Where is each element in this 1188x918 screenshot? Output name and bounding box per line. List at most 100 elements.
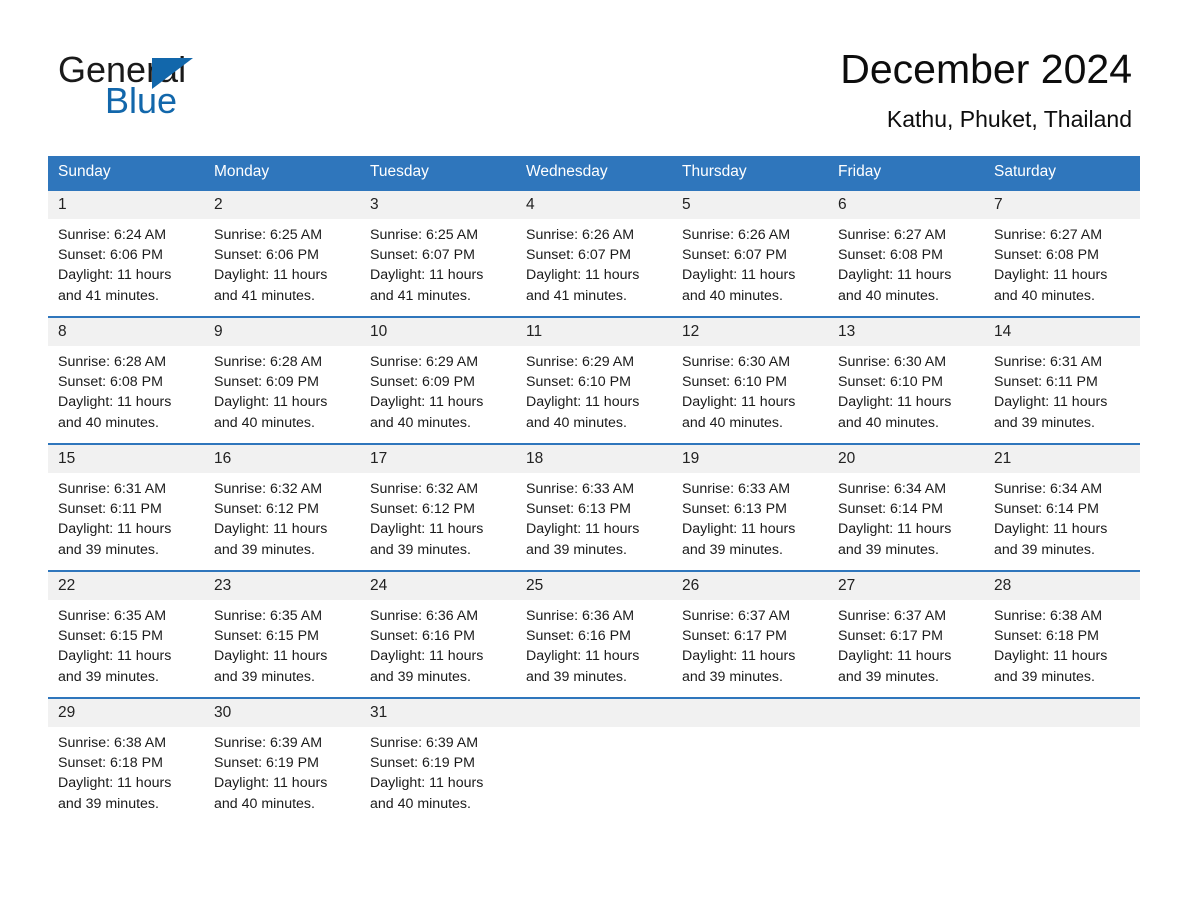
daylight-duration-line2: and 39 minutes.	[58, 668, 159, 685]
calendar-day-cell[interactable]: 28 Sunrise: 6:38 AM Sunset: 6:18 PM Dayligh…	[984, 570, 1140, 698]
daylight-duration-line2: and 40 minutes.	[370, 795, 471, 812]
daylight-duration-line1: Daylight: 11 hours	[994, 394, 1108, 411]
calendar-day-cell[interactable]: 8 Sunrise: 6:28 AM Sunset: 6:08 PM Daylight…	[48, 316, 204, 444]
day-details: Sunrise: 6:25 AM Sunset: 6:07 PM Daylight:…	[360, 219, 516, 306]
calendar-header-row: Sunday Monday Tuesday Wednesday Thursday…	[48, 156, 1140, 190]
calendar-day-cell[interactable]: 21 Sunrise: 6:34 AM Sunset: 6:14 PM Dayligh…	[984, 443, 1140, 571]
calendar-day-cell[interactable]: 11 Sunrise: 6:29 AM Sunset: 6:10 PM Dayligh…	[516, 316, 672, 444]
day-number: 27	[828, 572, 984, 600]
calendar-day-cell[interactable]: 12 Sunrise: 6:30 AM Sunset: 6:10 PM Dayligh…	[672, 316, 828, 444]
daylight-duration-line1: Daylight: 11 hours	[994, 267, 1108, 284]
weekday-header-saturday: Saturday	[984, 156, 1140, 190]
daylight-duration-line1: Daylight: 11 hours	[838, 394, 952, 411]
calendar-day-cell[interactable]: 2 Sunrise: 6:25 AM Sunset: 6:06 PM Daylight…	[204, 189, 360, 317]
daylight-duration-line2: and 40 minutes.	[214, 414, 315, 431]
calendar-week-row: 8 Sunrise: 6:28 AM Sunset: 6:08 PM Daylight…	[48, 316, 1140, 444]
daylight-duration-line2: and 39 minutes.	[994, 541, 1095, 558]
sunset-time: Sunset: 6:09 PM	[214, 374, 319, 391]
sunset-time: Sunset: 6:10 PM	[682, 374, 787, 391]
day-number: 28	[984, 572, 1140, 600]
calendar-day-cell[interactable]: 30 Sunrise: 6:39 AM Sunset: 6:19 PM Dayligh…	[204, 697, 360, 824]
day-number	[516, 699, 672, 727]
sunrise-time: Sunrise: 6:34 AM	[994, 481, 1103, 497]
sunrise-time: Sunrise: 6:31 AM	[994, 354, 1103, 370]
page-title: December 2024	[840, 46, 1132, 92]
sunset-time: Sunset: 6:17 PM	[838, 628, 943, 645]
calendar-day-cell[interactable]: 1 Sunrise: 6:24 AM Sunset: 6:06 PM Daylight…	[48, 189, 204, 317]
calendar-day-cell[interactable]: 17 Sunrise: 6:32 AM Sunset: 6:12 PM Dayligh…	[360, 443, 516, 571]
sunset-time: Sunset: 6:13 PM	[682, 501, 787, 518]
daylight-duration-line2: and 39 minutes.	[838, 668, 939, 685]
calendar-day-cell[interactable]: 6 Sunrise: 6:27 AM Sunset: 6:08 PM Daylight…	[828, 189, 984, 317]
sunset-time: Sunset: 6:07 PM	[526, 247, 631, 264]
calendar-day-cell[interactable]: 22 Sunrise: 6:35 AM Sunset: 6:15 PM Dayligh…	[48, 570, 204, 698]
calendar-day-cell[interactable]: 18 Sunrise: 6:33 AM Sunset: 6:13 PM Dayligh…	[516, 443, 672, 571]
sunrise-time: Sunrise: 6:28 AM	[58, 354, 167, 370]
daylight-duration-line2: and 39 minutes.	[58, 541, 159, 558]
calendar-day-cell[interactable]: 24 Sunrise: 6:36 AM Sunset: 6:16 PM Dayligh…	[360, 570, 516, 698]
day-number: 18	[516, 445, 672, 473]
sunrise-time: Sunrise: 6:36 AM	[370, 608, 479, 624]
day-number: 31	[360, 699, 516, 727]
daylight-duration-line1: Daylight: 11 hours	[838, 267, 952, 284]
daylight-duration-line2: and 40 minutes.	[838, 287, 939, 304]
calendar-day-cell[interactable]: 25 Sunrise: 6:36 AM Sunset: 6:16 PM Dayligh…	[516, 570, 672, 698]
calendar-day-cell[interactable]: 27 Sunrise: 6:37 AM Sunset: 6:17 PM Dayligh…	[828, 570, 984, 698]
calendar-day-cell[interactable]: 29 Sunrise: 6:38 AM Sunset: 6:18 PM Dayligh…	[48, 697, 204, 824]
calendar-day-cell[interactable]: 9 Sunrise: 6:28 AM Sunset: 6:09 PM Daylight…	[204, 316, 360, 444]
daylight-duration-line1: Daylight: 11 hours	[58, 648, 172, 665]
calendar-empty-cell	[516, 697, 672, 824]
sunset-time: Sunset: 6:06 PM	[214, 247, 319, 264]
calendar-day-cell[interactable]: 14 Sunrise: 6:31 AM Sunset: 6:11 PM Dayligh…	[984, 316, 1140, 444]
day-number	[984, 699, 1140, 727]
sunrise-time: Sunrise: 6:30 AM	[682, 354, 791, 370]
sunset-time: Sunset: 6:18 PM	[58, 755, 163, 772]
sunset-time: Sunset: 6:11 PM	[994, 374, 1098, 391]
sunset-time: Sunset: 6:14 PM	[838, 501, 943, 518]
daylight-duration-line1: Daylight: 11 hours	[214, 394, 328, 411]
calendar-day-cell[interactable]: 3 Sunrise: 6:25 AM Sunset: 6:07 PM Daylight…	[360, 189, 516, 317]
sunset-time: Sunset: 6:06 PM	[58, 247, 163, 264]
calendar-day-cell[interactable]: 26 Sunrise: 6:37 AM Sunset: 6:17 PM Dayligh…	[672, 570, 828, 698]
day-number: 7	[984, 191, 1140, 219]
sunrise-time: Sunrise: 6:33 AM	[682, 481, 791, 497]
calendar-day-cell[interactable]: 31 Sunrise: 6:39 AM Sunset: 6:19 PM Dayligh…	[360, 697, 516, 824]
sunrise-time: Sunrise: 6:37 AM	[682, 608, 791, 624]
calendar-day-cell[interactable]: 5 Sunrise: 6:26 AM Sunset: 6:07 PM Daylight…	[672, 189, 828, 317]
calendar-day-cell[interactable]: 19 Sunrise: 6:33 AM Sunset: 6:13 PM Dayligh…	[672, 443, 828, 571]
sunrise-time: Sunrise: 6:38 AM	[58, 735, 167, 751]
calendar-week-row: 15 Sunrise: 6:31 AM Sunset: 6:11 PM Dayligh…	[48, 443, 1140, 571]
sunset-time: Sunset: 6:09 PM	[370, 374, 475, 391]
daylight-duration-line2: and 40 minutes.	[994, 287, 1095, 304]
calendar-day-cell[interactable]: 13 Sunrise: 6:30 AM Sunset: 6:10 PM Dayligh…	[828, 316, 984, 444]
calendar-day-cell[interactable]: 4 Sunrise: 6:26 AM Sunset: 6:07 PM Daylight…	[516, 189, 672, 317]
day-number: 24	[360, 572, 516, 600]
calendar-day-cell[interactable]: 7 Sunrise: 6:27 AM Sunset: 6:08 PM Daylight…	[984, 189, 1140, 317]
daylight-duration-line1: Daylight: 11 hours	[370, 648, 484, 665]
daylight-duration-line2: and 40 minutes.	[838, 414, 939, 431]
general-blue-logo[interactable]: General Blue	[58, 50, 388, 122]
day-number: 4	[516, 191, 672, 219]
sunrise-time: Sunrise: 6:35 AM	[214, 608, 323, 624]
sunset-time: Sunset: 6:08 PM	[58, 374, 163, 391]
daylight-duration-line2: and 39 minutes.	[526, 541, 627, 558]
sunrise-time: Sunrise: 6:32 AM	[214, 481, 323, 497]
weekday-header-friday: Friday	[828, 156, 984, 190]
daylight-duration-line1: Daylight: 11 hours	[526, 648, 640, 665]
sunset-time: Sunset: 6:18 PM	[994, 628, 1099, 645]
day-details: Sunrise: 6:37 AM Sunset: 6:17 PM Daylight:…	[828, 600, 984, 687]
calendar-day-cell[interactable]: 16 Sunrise: 6:32 AM Sunset: 6:12 PM Dayligh…	[204, 443, 360, 571]
daylight-duration-line2: and 40 minutes.	[682, 414, 783, 431]
calendar-day-cell[interactable]: 20 Sunrise: 6:34 AM Sunset: 6:14 PM Dayligh…	[828, 443, 984, 571]
daylight-duration-line2: and 40 minutes.	[370, 414, 471, 431]
day-details: Sunrise: 6:29 AM Sunset: 6:10 PM Daylight:…	[516, 346, 672, 433]
daylight-duration-line2: and 39 minutes.	[994, 414, 1095, 431]
daylight-duration-line1: Daylight: 11 hours	[370, 394, 484, 411]
calendar-day-cell[interactable]: 10 Sunrise: 6:29 AM Sunset: 6:09 PM Dayligh…	[360, 316, 516, 444]
calendar-day-cell[interactable]: 23 Sunrise: 6:35 AM Sunset: 6:15 PM Dayligh…	[204, 570, 360, 698]
day-details: Sunrise: 6:26 AM Sunset: 6:07 PM Daylight:…	[516, 219, 672, 306]
calendar-day-cell[interactable]: 15 Sunrise: 6:31 AM Sunset: 6:11 PM Dayligh…	[48, 443, 204, 571]
sunrise-time: Sunrise: 6:26 AM	[682, 227, 791, 243]
day-details: Sunrise: 6:35 AM Sunset: 6:15 PM Daylight:…	[48, 600, 204, 687]
day-number: 11	[516, 318, 672, 346]
